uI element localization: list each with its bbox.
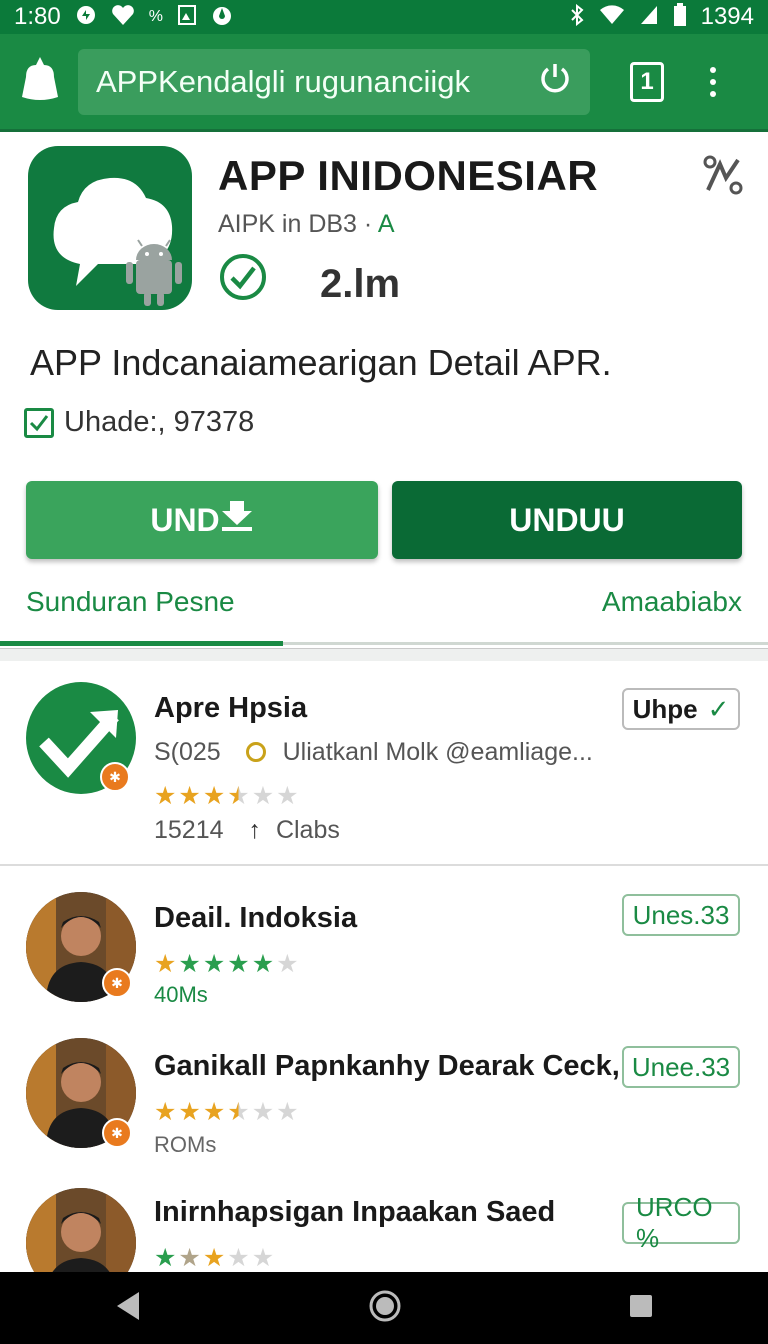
- badge-icon: ✱: [102, 968, 132, 998]
- status-time: 1:80: [14, 3, 61, 30]
- list-item-meta: 40Ms: [154, 982, 208, 1007]
- list-item[interactable]: ✱ Ganikall Papnkanhy Dearak Ceck, ★ ★ ★ ★ ★ ★…: [0, 1020, 768, 1170]
- drop-icon: [211, 4, 233, 30]
- badge-icon: ✱: [100, 762, 130, 792]
- star-rating: ★ ★ ★ ★ ★ ★: [154, 782, 299, 810]
- download-button[interactable]: UND: [26, 481, 378, 559]
- app-header: APP INIDONESIAR AIPK in DB3 · A 2.lm APP…: [0, 132, 768, 652]
- app-description: APP Indcanaiamearigan Detail APR.: [30, 342, 612, 383]
- install-button-label: UNDUU: [509, 501, 625, 538]
- list-item-action-button[interactable]: Unee.33: [622, 1046, 740, 1088]
- list-item-title: Apre Hpsia: [154, 692, 308, 724]
- developer-line[interactable]: AIPK in DB3 · A: [218, 210, 395, 239]
- star-rating: ★ ★ ★ ★ ★: [154, 1244, 275, 1272]
- recents-icon[interactable]: [627, 1292, 655, 1325]
- list-item[interactable]: ✱ Apre Hpsia S(025 Uliatkanl Molk @eamli…: [0, 664, 768, 864]
- list-item-title: Ganikall Papnkanhy Dearak Ceck,: [154, 1050, 620, 1082]
- wifi-icon: [599, 4, 625, 30]
- badge-icon: ✱: [102, 1118, 132, 1148]
- list-item-subtitle: S(025 Uliatkanl Molk @eamliage...: [154, 738, 593, 766]
- tab-indicator: [0, 641, 283, 646]
- download-icon: [220, 499, 254, 541]
- status-value: 1394: [700, 3, 754, 30]
- check-icon: ✓: [707, 693, 730, 724]
- browser-toolbar: APPKendalgli rugunanciigk 1: [0, 34, 768, 132]
- list-item-action-button[interactable]: Uhpe ✓: [622, 688, 740, 730]
- battery-icon: [673, 3, 687, 31]
- list-item-meta: 15214 ↑ Clabs: [154, 816, 340, 844]
- tabs-icon[interactable]: 1: [630, 61, 664, 102]
- update-label: Uhade:, 97378: [64, 406, 255, 438]
- url-text: APPKendalgli rugunanciigk: [96, 63, 470, 99]
- list-item[interactable]: ✱ Deail. Indoksia ★ ★ ★ ★ ★ ★ 40Ms Unes.33: [0, 868, 768, 1018]
- list-item-meta: ROMs: [154, 1132, 217, 1157]
- back-icon[interactable]: [113, 1290, 143, 1327]
- section-divider: [0, 648, 768, 661]
- heart-icon: [111, 4, 135, 30]
- app-icon: [28, 146, 192, 310]
- download-button-label: UND: [150, 501, 220, 538]
- list-item-title: Deail. Indoksia: [154, 902, 358, 934]
- list-item-action-button[interactable]: Unes.33: [622, 894, 740, 936]
- avatar: [26, 1188, 136, 1272]
- percent-icon: %: [148, 8, 163, 25]
- app-rating: 2.lm: [320, 262, 401, 306]
- signal-icon: [639, 4, 659, 30]
- tab-right[interactable]: Amaabiabx: [602, 586, 742, 618]
- divider: [0, 864, 768, 866]
- upload-icon: ↑: [248, 816, 261, 844]
- power-icon[interactable]: [538, 61, 572, 103]
- url-bar[interactable]: APPKendalgli rugunanciigk: [78, 48, 590, 115]
- update-row[interactable]: Uhade:, 97378: [24, 406, 254, 439]
- verified-icon: [218, 252, 268, 302]
- list-item-action-button[interactable]: URCO %: [622, 1192, 740, 1253]
- image-icon: [177, 4, 197, 30]
- home-button-icon[interactable]: [368, 1289, 402, 1328]
- more-options-icon[interactable]: [710, 66, 716, 97]
- star-rating: ★ ★ ★ ★ ★ ★: [154, 950, 299, 978]
- install-button[interactable]: UNDUU: [392, 481, 742, 559]
- developer-accent: A: [377, 210, 395, 238]
- developer-name: AIPK in DB3 ·: [218, 210, 373, 238]
- bluetooth-icon: [569, 3, 585, 30]
- share-icon[interactable]: [702, 154, 744, 201]
- system-nav-bar: [0, 1272, 768, 1344]
- checkbox-icon[interactable]: [24, 407, 54, 438]
- app-title: APP INIDONESIAR: [218, 152, 599, 199]
- home-icon[interactable]: [18, 55, 62, 108]
- tab-left[interactable]: Sunduran Pesne: [26, 586, 235, 618]
- sync-icon: [75, 4, 97, 30]
- coin-icon: [245, 742, 266, 762]
- list-item[interactable]: Inirnhapsigan Inpaakan Saed ★ ★ ★ ★ ★ URCO %: [0, 1170, 768, 1272]
- status-bar: 1:80 % 1394: [0, 0, 768, 34]
- star-rating: ★ ★ ★ ★ ★ ★: [154, 1098, 299, 1126]
- tabs-count: 1: [640, 67, 654, 95]
- list-item-title: Inirnhapsigan Inpaakan Saed: [154, 1196, 556, 1228]
